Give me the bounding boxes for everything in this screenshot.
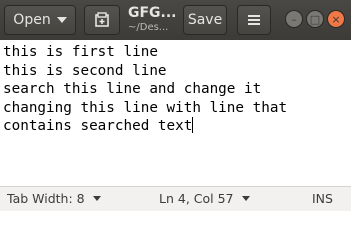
text-cursor (192, 117, 194, 133)
close-icon: × (331, 12, 341, 26)
save-button[interactable]: Save (183, 5, 227, 35)
file-path: ~/Des... (128, 22, 169, 33)
insert-mode-indicator[interactable]: INS (312, 191, 333, 206)
open-button[interactable]: Open (4, 5, 76, 35)
maximize-button[interactable]: □ (306, 10, 324, 28)
insert-mode-label: INS (312, 191, 333, 206)
chevron-down-icon (92, 196, 101, 201)
menu-button[interactable] (237, 5, 271, 35)
new-document-icon (95, 12, 109, 27)
text-editor[interactable]: this is first line this is second line s… (0, 40, 351, 186)
editor-line-5: contains searched text (3, 118, 193, 134)
chevron-down-icon (241, 196, 250, 201)
open-button-label: Open (13, 12, 51, 28)
editor-line-3[interactable]: search this line and change it (3, 80, 351, 99)
editor-line-5-wrap[interactable]: contains searched text (3, 117, 351, 136)
file-name: GFG... (128, 5, 177, 21)
cursor-position-selector[interactable]: Ln 4, Col 57 (159, 191, 250, 206)
minimize-button[interactable]: – (285, 10, 303, 28)
tab-width-selector[interactable]: Tab Width: 8 (7, 191, 101, 206)
hamburger-icon (248, 15, 260, 25)
save-button-label: Save (187, 12, 223, 28)
maximize-icon: □ (309, 12, 321, 26)
editor-line-1[interactable]: this is first line (3, 43, 351, 62)
status-bar: Tab Width: 8 Ln 4, Col 57 INS (0, 186, 351, 211)
minimize-icon: – (291, 12, 297, 26)
header-bar: Open GFG... ~/Des... Save – □ × (0, 0, 351, 40)
editor-line-2[interactable]: this is second line (3, 62, 351, 81)
tab-width-label: Tab Width: 8 (7, 191, 85, 206)
chevron-down-icon (56, 17, 67, 23)
document-title: GFG... ~/Des... (128, 5, 178, 35)
new-document-button[interactable] (84, 5, 120, 35)
editor-line-4[interactable]: changing this line with line that (3, 99, 351, 118)
close-button[interactable]: × (327, 10, 345, 28)
cursor-position-label: Ln 4, Col 57 (159, 191, 234, 206)
